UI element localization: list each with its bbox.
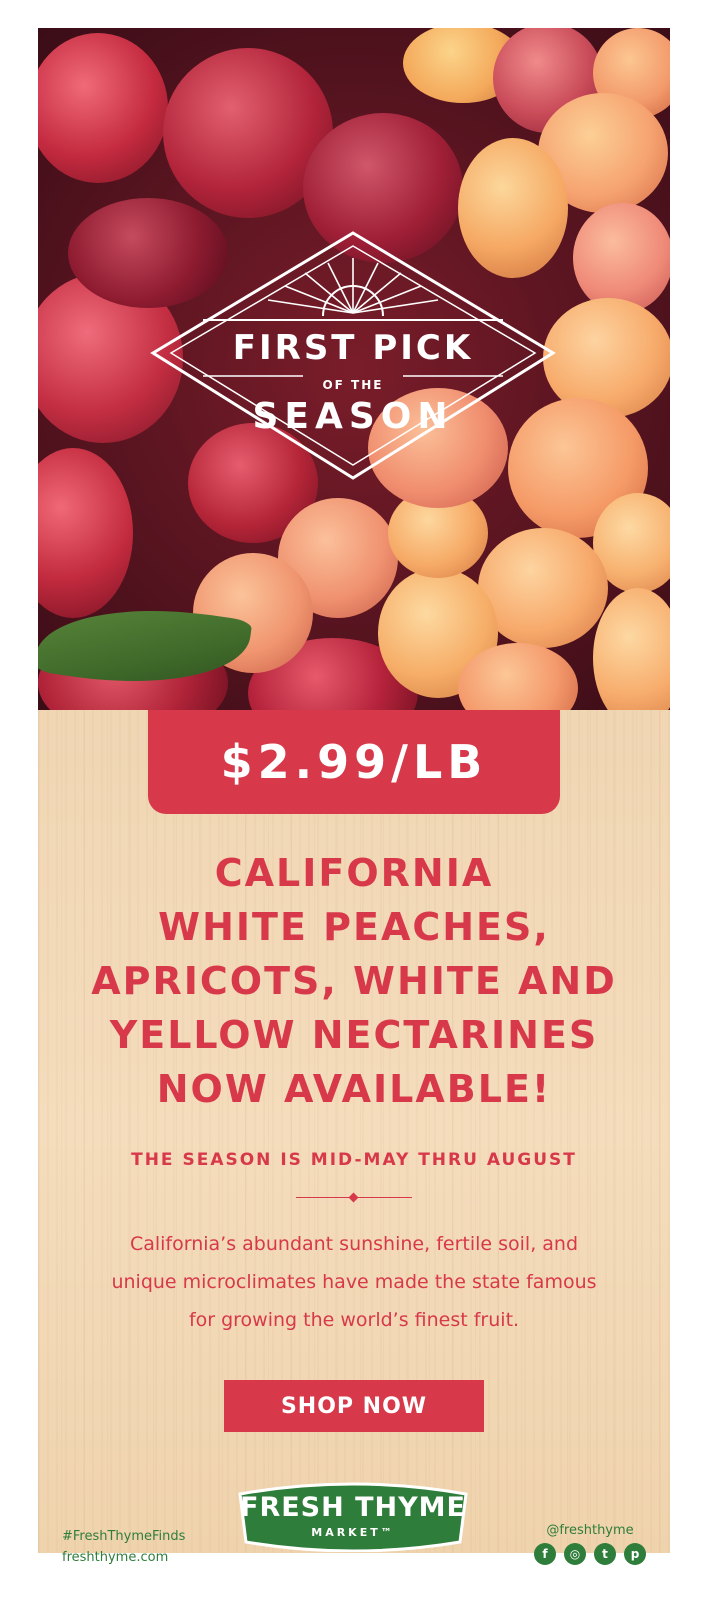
headline-line: CALIFORNIA xyxy=(214,851,494,895)
fresh-thyme-logo[interactable]: FRESH THYME MARKET™ xyxy=(234,1480,472,1552)
instagram-icon[interactable]: ◎ xyxy=(564,1543,586,1565)
season-note: THE SEASON IS MID-MAY THRU AUGUST xyxy=(131,1150,577,1170)
divider-diamond xyxy=(348,1192,359,1203)
facebook-icon[interactable]: f xyxy=(534,1543,556,1565)
body-line: unique microclimates have made the state… xyxy=(111,1271,597,1293)
headline-line: NOW AVAILABLE! xyxy=(156,1067,552,1111)
headline-line: WHITE PEACHES, xyxy=(158,905,550,949)
body-line: for growing the world’s finest fruit. xyxy=(188,1309,520,1331)
headline: CALIFORNIA WHITE PEACHES, APRICOTS, WHIT… xyxy=(38,846,670,1116)
price-banner: $2.99/LB xyxy=(148,710,560,814)
shop-now-button[interactable]: SHOP NOW xyxy=(224,1380,484,1432)
logo-subtitle: MARKET™ xyxy=(311,1526,395,1539)
logo-name: FRESH THYME xyxy=(240,1492,466,1523)
pinterest-icon[interactable]: p xyxy=(624,1543,646,1565)
body-copy: California’s abundant sunshine, fertile … xyxy=(78,1225,630,1339)
badge-title: FIRST PICK xyxy=(232,328,474,368)
twitter-icon[interactable]: t xyxy=(594,1543,616,1565)
social-handle[interactable]: @freshthyme xyxy=(530,1523,650,1538)
price-label: $2.99/LB xyxy=(220,735,488,789)
wood-panel: $2.99/LB CALIFORNIA WHITE PEACHES, APRIC… xyxy=(38,710,670,1553)
headline-line: APRICOTS, WHITE AND xyxy=(91,959,617,1003)
headline-line: YELLOW NECTARINES xyxy=(109,1013,599,1057)
badge-subtitle: OF THE xyxy=(322,378,384,392)
badge-season: SEASON xyxy=(252,396,454,437)
fruit-photo: FIRST PICK OF THE SEASON xyxy=(38,28,670,710)
website-link[interactable]: freshthyme.com xyxy=(62,1547,185,1568)
footer-left: #FreshThymeFinds freshthyme.com xyxy=(62,1526,185,1568)
first-pick-badge: FIRST PICK OF THE SEASON xyxy=(143,228,563,508)
flyer-frame: FIRST PICK OF THE SEASON $2.99/LB CALIFO… xyxy=(38,28,670,1553)
body-line: California’s abundant sunshine, fertile … xyxy=(129,1233,579,1255)
hashtag-link[interactable]: #FreshThymeFinds xyxy=(62,1526,185,1547)
social-icons: f ◎ t p xyxy=(530,1543,650,1565)
